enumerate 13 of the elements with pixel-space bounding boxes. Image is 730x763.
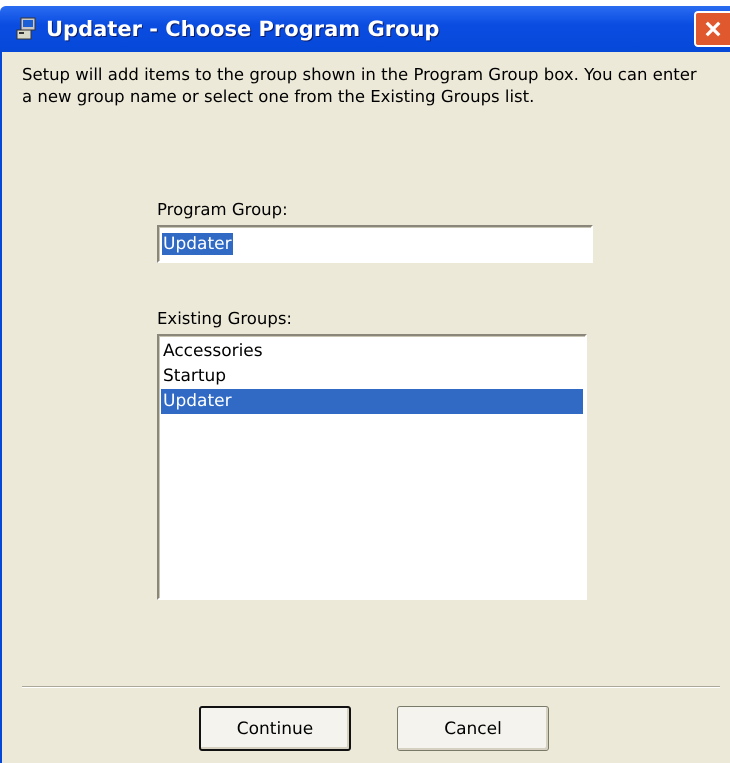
program-group-field[interactable]: Updater xyxy=(157,225,593,263)
window-title: Updater - Choose Program Group xyxy=(46,17,440,41)
cancel-button[interactable]: Cancel xyxy=(397,706,549,751)
existing-groups-label: Existing Groups: xyxy=(157,309,292,328)
close-button[interactable] xyxy=(694,11,730,47)
close-icon xyxy=(703,19,723,39)
program-group-label: Program Group: xyxy=(157,200,288,219)
list-item[interactable]: Startup xyxy=(161,364,583,389)
list-item[interactable]: Updater xyxy=(161,389,583,414)
continue-button[interactable]: Continue xyxy=(199,706,351,751)
list-item[interactable]: Accessories xyxy=(161,339,583,364)
instructions-text: Setup will add items to the group shown in the Program Group box. You can enter a new group name or select one from the Existing Groups list. xyxy=(22,64,698,108)
computer-icon xyxy=(14,17,38,41)
